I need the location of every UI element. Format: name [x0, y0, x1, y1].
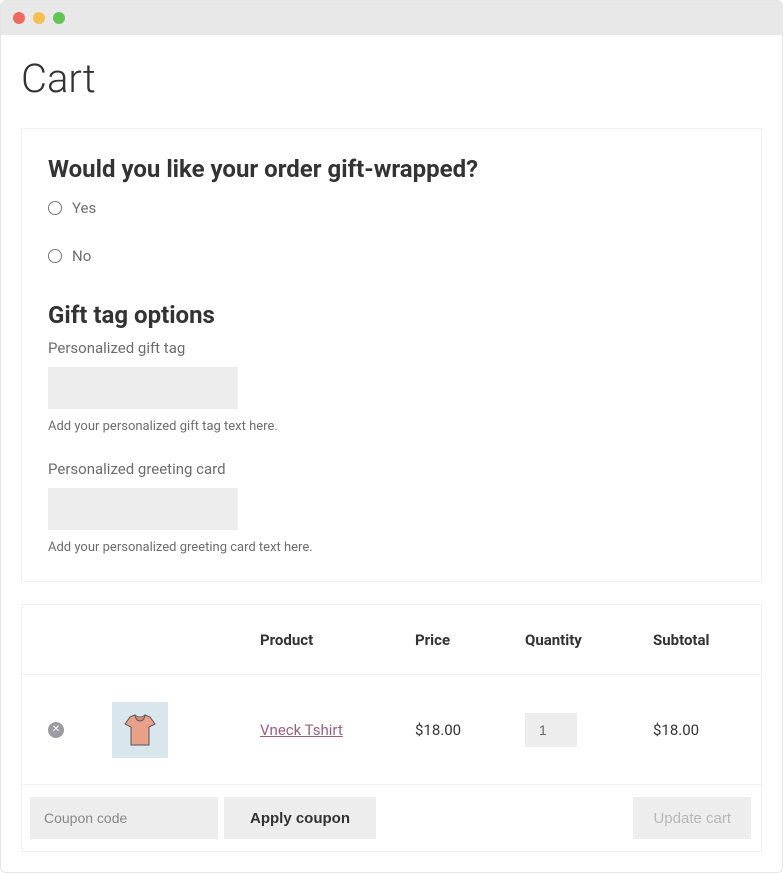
close-icon: ✕: [52, 725, 60, 735]
table-row: ✕ Vneck Tshirt $18.00: [22, 675, 761, 785]
gift-wrap-yes-radio[interactable]: [48, 201, 62, 215]
gift-wrap-no-option[interactable]: No: [48, 247, 735, 265]
minimize-window-icon[interactable]: [33, 12, 45, 24]
page-title: Cart: [21, 55, 762, 102]
greeting-card-input[interactable]: [48, 488, 238, 530]
header-price: Price: [415, 631, 525, 649]
app-window: Cart Would you like your order gift-wrap…: [0, 0, 783, 873]
gift-wrap-no-radio[interactable]: [48, 249, 62, 263]
remove-item-button[interactable]: ✕: [48, 722, 64, 738]
item-price: $18.00: [415, 721, 461, 739]
coupon-code-input[interactable]: [30, 797, 218, 839]
page-content: Cart Would you like your order gift-wrap…: [1, 35, 782, 872]
greeting-card-label: Personalized greeting card: [48, 460, 735, 478]
close-window-icon[interactable]: [13, 12, 25, 24]
header-subtotal: Subtotal: [653, 631, 761, 649]
gift-tag-input[interactable]: [48, 367, 238, 409]
gift-wrap-section: Would you like your order gift-wrapped? …: [21, 128, 762, 582]
gift-wrap-question: Would you like your order gift-wrapped?: [48, 155, 735, 183]
gift-wrap-yes-option[interactable]: Yes: [48, 199, 735, 217]
item-subtotal: $18.00: [653, 721, 699, 739]
quantity-input[interactable]: [525, 713, 577, 747]
gift-wrap-yes-label: Yes: [72, 199, 96, 217]
header-quantity: Quantity: [525, 631, 653, 649]
table-header-row: Product Price Quantity Subtotal: [22, 605, 761, 675]
product-thumbnail[interactable]: [112, 702, 168, 758]
maximize-window-icon[interactable]: [53, 12, 65, 24]
gift-wrap-no-label: No: [72, 247, 91, 265]
product-link[interactable]: Vneck Tshirt: [260, 721, 343, 739]
cart-actions-row: Apply coupon Update cart: [22, 785, 761, 851]
header-product: Product: [260, 631, 415, 649]
tshirt-icon: [121, 711, 159, 749]
cart-table: Product Price Quantity Subtotal ✕: [21, 604, 762, 852]
gift-tag-heading: Gift tag options: [48, 301, 735, 329]
gift-tag-helper: Add your personalized gift tag text here…: [48, 419, 735, 434]
update-cart-button[interactable]: Update cart: [633, 797, 751, 839]
apply-coupon-button[interactable]: Apply coupon: [224, 797, 376, 839]
window-titlebar: [1, 1, 782, 35]
gift-tag-label: Personalized gift tag: [48, 339, 735, 357]
greeting-card-helper: Add your personalized greeting card text…: [48, 540, 735, 555]
